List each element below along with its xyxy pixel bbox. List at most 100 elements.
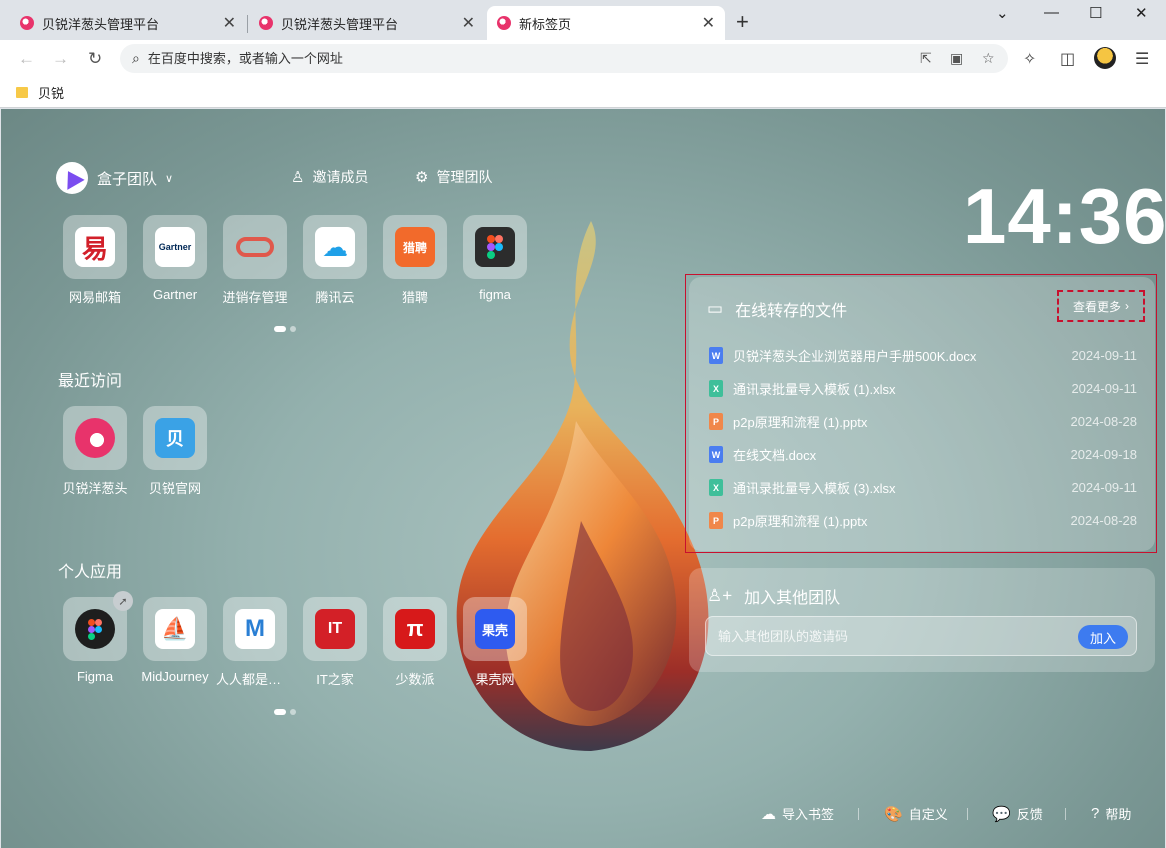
share-icon[interactable]: ⇱ [920, 50, 932, 67]
app-midjourney[interactable]: ⛵ MidJourney [135, 597, 215, 688]
invite-members-button[interactable]: ♙ 邀请成员 [291, 167, 368, 187]
footer-divider [858, 808, 859, 820]
terminal-icon[interactable]: ▣ [950, 50, 963, 67]
renren-icon: M [235, 609, 275, 649]
app-label: Gartner [152, 287, 198, 302]
invite-code-input[interactable] [718, 628, 1058, 644]
help-button[interactable]: ? 帮助 [1091, 804, 1131, 823]
tab-close-icon[interactable]: ✕ [702, 13, 715, 33]
tab-1[interactable]: 贝锐洋葱头管理平台 ✕ [10, 6, 246, 40]
app-onion[interactable]: 贝锐洋葱头 [55, 406, 135, 497]
liepin-icon: 猎聘 [395, 227, 435, 267]
star-icon[interactable]: ☆ [982, 50, 995, 67]
tab-2[interactable]: 贝锐洋葱头管理平台 ✕ [249, 6, 485, 40]
join-button[interactable]: 加入 [1078, 625, 1128, 649]
figma-icon [475, 227, 515, 267]
back-icon[interactable]: ← [18, 49, 35, 69]
excel-file-icon: X [709, 479, 723, 496]
guokr-icon: 果壳 [475, 609, 515, 649]
rocket-icon[interactable]: ➚ [113, 591, 133, 611]
invite-code-box: 加入 [705, 616, 1137, 656]
hard-drive-icon: ▭ [707, 299, 724, 318]
app-sspai[interactable]: π 少数派 [375, 597, 455, 688]
bookmark-item[interactable]: 贝锐 [38, 83, 64, 102]
team-name: 盒子团队 [97, 170, 158, 188]
tab-divider [247, 15, 248, 33]
file-row[interactable]: W 贝锐洋葱头企业浏览器用户手册500K.docx 2024-09-11 [709, 339, 1137, 372]
oracle-icon [235, 227, 275, 267]
palette-icon: 🎨 [884, 805, 903, 823]
forward-icon[interactable]: → [52, 49, 69, 69]
app-label: MidJourney [141, 669, 209, 684]
team-logo-icon [56, 162, 88, 194]
app-guokr[interactable]: 果壳 果壳网 [455, 597, 535, 688]
customize-button[interactable]: 🎨 自定义 [884, 804, 948, 823]
pager-dot[interactable] [290, 709, 296, 715]
app-renren[interactable]: M 人人都是产品经理 [215, 597, 295, 688]
menu-icon[interactable]: ☰ [1135, 49, 1149, 69]
feedback-label: 反馈 [1016, 807, 1043, 822]
ppt-file-icon: P [709, 512, 723, 529]
feedback-button[interactable]: 💬 反馈 [992, 804, 1043, 823]
tab-search-chevron-icon[interactable]: ⌄ [996, 4, 1009, 22]
tab-title: 贝锐洋葱头管理平台 [281, 16, 399, 32]
pager-dot-active[interactable] [274, 709, 286, 715]
file-row[interactable]: X 通讯录批量导入模板 (1).xlsx 2024-09-11 [709, 372, 1137, 405]
import-bookmarks-button[interactable]: ☁ 导入书签 [761, 804, 834, 823]
help-icon: ? [1091, 805, 1100, 822]
onion-favicon-icon [20, 16, 34, 30]
tab-close-icon[interactable]: ✕ [223, 13, 236, 33]
title-bar: 贝锐洋葱头管理平台 ✕ 贝锐洋葱头管理平台 ✕ 新标签页 ✕ + ⌄ — ☐ ✕ [0, 0, 1166, 40]
app-label: 少数派 [395, 672, 435, 687]
app-beirui[interactable]: 贝 贝锐官网 [135, 406, 215, 497]
online-files-panel: ▭ 在线转存的文件 查看更多 › W 贝锐洋葱头企业浏览器用户手册500K.do… [689, 277, 1155, 551]
tab-3-active[interactable]: 新标签页 ✕ [487, 6, 725, 40]
toolbar: ← → ↻ ⌕ ⇱ ▣ ☆ ✧ ◫ ☰ [0, 40, 1166, 78]
address-bar[interactable]: ⌕ ⇱ ▣ ☆ [120, 44, 1008, 73]
file-row[interactable]: W 在线文档.docx 2024-09-18 [709, 438, 1137, 471]
manage-team-button[interactable]: ⚙ 管理团队 [415, 167, 492, 187]
app-label: 人人都是产品经理 [216, 672, 294, 687]
clock: 14:36 [963, 172, 1165, 260]
maximize-icon[interactable]: ☐ [1089, 4, 1102, 22]
app-label: 进销存管理 [222, 290, 288, 305]
chevron-right-icon: › [1125, 299, 1129, 313]
file-name: p2p原理和流程 (1).pptx [733, 415, 868, 430]
app-gartner[interactable]: Gartner Gartner [135, 215, 215, 306]
app-tencent-cloud[interactable]: ☁ 腾讯云 [295, 215, 375, 306]
sidebar-icon[interactable]: ◫ [1060, 49, 1075, 69]
app-inventory[interactable]: 进销存管理 [215, 215, 295, 306]
onion-favicon-icon [259, 16, 273, 30]
app-label: 腾讯云 [315, 290, 355, 305]
pager-dot[interactable] [290, 326, 296, 332]
file-row[interactable]: P p2p原理和流程 (1).pptx 2024-08-28 [709, 405, 1137, 438]
app-wangyi-mail[interactable]: 易 网易邮箱 [55, 215, 135, 306]
team-apps-pager[interactable] [274, 326, 296, 332]
avatar[interactable] [1094, 47, 1116, 69]
view-more-button[interactable]: 查看更多 › [1057, 290, 1145, 322]
extensions-icon[interactable]: ✧ [1023, 49, 1036, 69]
recent-title: 最近访问 [58, 373, 123, 390]
app-ithome[interactable]: IT IT之家 [295, 597, 375, 688]
file-row[interactable]: X 通讯录批量导入模板 (3).xlsx 2024-09-11 [709, 471, 1137, 504]
join-panel-header: ♙+ 加入其他团队 [707, 584, 840, 608]
team-selector[interactable]: 盒子团队 ∨ [56, 162, 173, 194]
app-figma[interactable]: figma [455, 215, 535, 306]
close-window-icon[interactable]: ✕ [1135, 4, 1148, 22]
tab-close-icon[interactable]: ✕ [462, 13, 475, 33]
search-icon: ⌕ [132, 50, 140, 66]
app-liepin[interactable]: 猎聘 猎聘 [375, 215, 455, 306]
minimize-icon[interactable]: — [1044, 4, 1059, 21]
pager-dot-active[interactable] [274, 326, 286, 332]
new-tab-icon[interactable]: + [736, 10, 749, 34]
chevron-down-icon: ∨ [165, 172, 174, 185]
app-figma-personal[interactable]: ➚ Figma [55, 591, 135, 688]
file-row[interactable]: P p2p原理和流程 (1).pptx 2024-08-28 [709, 504, 1137, 537]
midjourney-icon: ⛵ [155, 609, 195, 649]
app-label: 贝锐洋葱头 [62, 481, 128, 496]
reload-icon[interactable]: ↻ [88, 49, 102, 69]
file-name: 贝锐洋葱头企业浏览器用户手册500K.docx [733, 349, 977, 364]
address-input[interactable] [147, 51, 888, 66]
figma-icon [75, 609, 115, 649]
personal-apps-pager[interactable] [274, 709, 296, 715]
